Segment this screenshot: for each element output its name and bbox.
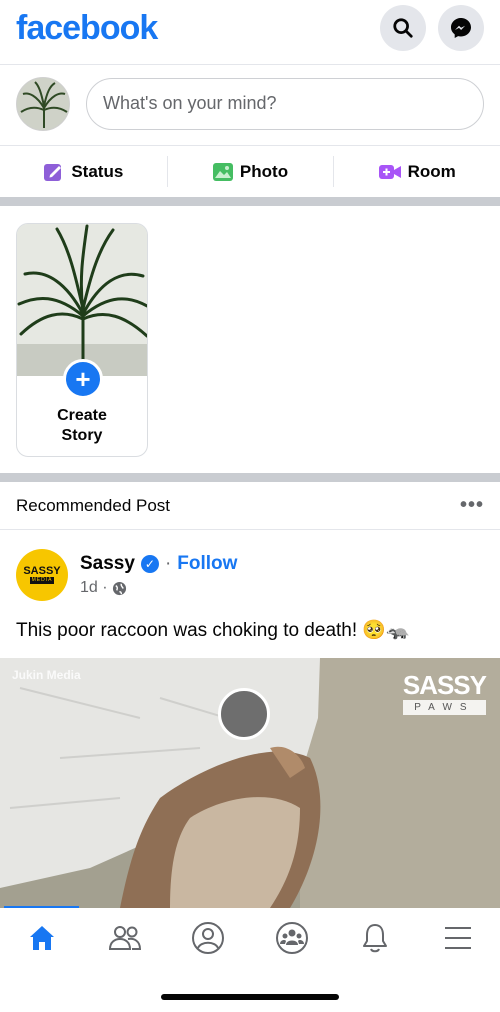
status-button[interactable]: Status (0, 146, 167, 197)
stories-section: + Create Story (0, 207, 500, 473)
nav-menu[interactable] (428, 911, 488, 965)
home-indicator (161, 994, 339, 1000)
name-separator: · (164, 553, 172, 574)
recommended-post-header: Recommended Post ••• (0, 482, 500, 530)
photo-button[interactable]: Photo (166, 146, 334, 197)
menu-icon (445, 927, 472, 949)
nav-profile[interactable] (178, 911, 238, 965)
facebook-logo[interactable]: facebook (16, 9, 158, 48)
follow-button[interactable]: Follow (177, 553, 237, 575)
room-button[interactable]: Room (333, 146, 500, 197)
page-name[interactable]: Sassy (80, 553, 135, 575)
page-avatar[interactable]: SASSY MEDIA (16, 549, 68, 601)
globe-icon (112, 581, 126, 595)
top-bar: facebook (0, 0, 500, 56)
post-header: SASSY MEDIA Sassy ✓ · Follow 1d · (0, 540, 500, 610)
edit-icon (44, 163, 62, 181)
video-loading-indicator (218, 688, 270, 740)
whats-on-your-mind-input[interactable]: What's on your mind? (86, 77, 484, 130)
post-video[interactable]: Jukin Media SASSY PAWS (0, 658, 500, 908)
header-actions (380, 5, 484, 51)
create-story-label: Create Story (57, 407, 107, 444)
brand-mark-sub: PAWS (402, 700, 486, 715)
section-divider (0, 473, 500, 482)
page-avatar-subtext: MEDIA (29, 577, 55, 584)
photo-icon (212, 162, 233, 181)
home-icon (29, 926, 54, 950)
bottom-navigation (0, 908, 500, 968)
photo-label: Photo (239, 161, 289, 181)
page-avatar-text: SASSY (23, 565, 61, 577)
user-avatar[interactable] (16, 76, 70, 131)
nav-friends[interactable] (95, 911, 155, 965)
video-room-icon (378, 164, 401, 179)
post-text: This poor raccoon was choking to death! … (16, 620, 410, 641)
recommended-post-title: Recommended Post (16, 495, 171, 515)
groups-icon (275, 922, 308, 954)
messenger-icon (451, 18, 471, 38)
story-preview-image (17, 224, 147, 376)
post-time[interactable]: 1d · (80, 579, 108, 597)
composer-actions: Status Photo Room (0, 145, 500, 197)
room-label: Room (407, 161, 456, 181)
bell-icon (362, 924, 387, 953)
brand-mark-title: SASSY (402, 670, 487, 700)
status-label: Status (71, 161, 124, 181)
composer: What's on your mind? (0, 64, 500, 142)
video-watermark: Jukin Media (12, 668, 81, 682)
create-story-card[interactable]: + Create Story (16, 223, 148, 457)
verified-icon: ✓ (140, 555, 159, 573)
messenger-button[interactable] (438, 5, 484, 51)
search-icon (393, 18, 413, 38)
profile-icon (192, 922, 225, 954)
add-story-icon[interactable]: + (63, 359, 103, 399)
nav-home[interactable] (12, 911, 72, 965)
nav-notifications[interactable] (345, 911, 405, 965)
section-divider (0, 197, 500, 206)
more-options-icon[interactable]: ••• (460, 494, 484, 517)
search-button[interactable] (380, 5, 426, 51)
sassy-paws-logo: SASSY PAWS (402, 670, 487, 715)
nav-groups[interactable] (262, 911, 322, 965)
post-meta: Sassy ✓ · Follow 1d · (80, 553, 237, 597)
friends-icon (108, 926, 141, 950)
